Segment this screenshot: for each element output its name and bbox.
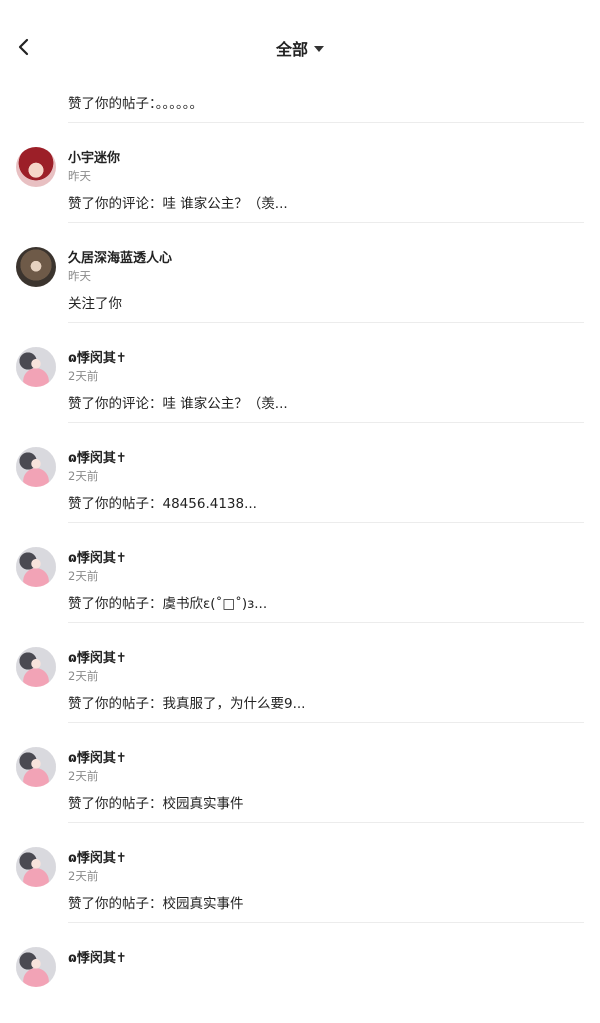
notification-item[interactable]: ɷ悸闵其✝ 2天前 赞了你的帖子：校园真实事件 [0, 823, 600, 923]
user-name[interactable]: ɷ悸闵其✝ [68, 347, 127, 366]
user-name[interactable]: 小宇迷你 [68, 147, 120, 166]
avatar[interactable] [16, 547, 56, 587]
caret-down-icon [314, 45, 324, 52]
timestamp: 2天前 [68, 469, 99, 483]
filter-label: 全部 [275, 40, 308, 59]
notification-text[interactable]: 赞了你的帖子：虞书欣ɛ(˚□˚)ɜ... [68, 592, 267, 612]
notification-item[interactable]: ɷ悸闵其✝ 2天前 赞了你的帖子：校园真实事件 [0, 723, 600, 823]
notification-text[interactable]: 关注了你 [68, 292, 122, 312]
user-name[interactable]: ɷ悸闵其✝ [68, 847, 127, 866]
user-name[interactable]: ɷ悸闵其✝ [68, 747, 127, 766]
notification-item[interactable]: 久居深海蓝透人心 昨天 关注了你 [0, 223, 600, 323]
notification-text[interactable]: 赞了你的帖子：校园真实事件 [68, 892, 244, 912]
filter-dropdown[interactable]: 全部 [0, 36, 600, 60]
user-name[interactable]: ɷ悸闵其✝ [68, 447, 127, 466]
timestamp: 2天前 [68, 569, 99, 583]
avatar[interactable] [16, 447, 56, 487]
notification-text[interactable]: 赞了你的帖子：我真服了，为什么要9... [68, 692, 305, 712]
notification-item[interactable]: 小宇迷你 昨天 赞了你的评论：哇 谁家公主？（羡... [0, 123, 600, 223]
notification-item[interactable]: ɷ悸闵其✝ 2天前 赞了你的帖子：虞书欣ɛ(˚□˚)ɜ... [0, 523, 600, 623]
timestamp: 2天前 [68, 369, 99, 383]
top-bar: 全部 [0, 0, 600, 90]
avatar[interactable] [16, 247, 56, 287]
avatar[interactable] [16, 947, 56, 987]
notification-item[interactable]: ɷ悸闵其✝ 2天前 赞了你的评论：哇 谁家公主？（羡... [0, 323, 600, 423]
avatar[interactable] [16, 147, 56, 187]
notification-item[interactable]: ɷ悸闵其✝ 2天前 赞了你的帖子：48456.4138... [0, 423, 600, 523]
timestamp: 2天前 [68, 669, 99, 683]
notification-text[interactable]: 赞了你的帖子：。。。。。。 [68, 92, 203, 112]
notification-text[interactable]: 赞了你的帖子：校园真实事件 [68, 792, 244, 812]
timestamp: 昨天 [68, 169, 91, 183]
notification-text[interactable]: 赞了你的评论：哇 谁家公主？（羡... [68, 392, 288, 412]
user-name[interactable]: ɷ悸闵其✝ [68, 547, 127, 566]
avatar[interactable] [16, 347, 56, 387]
avatar[interactable] [16, 747, 56, 787]
user-name[interactable]: ɷ悸闵其✝ [68, 947, 127, 966]
notification-item[interactable]: ɷ悸闵其✝ 2天前 赞了你的帖子：我真服了，为什么要9... [0, 623, 600, 723]
avatar[interactable] [16, 647, 56, 687]
notification-item[interactable]: ɷ悸闵其✝ [0, 923, 600, 1023]
user-name[interactable]: 久居深海蓝透人心 [68, 247, 172, 266]
notification-list: 昨天 赞了你的帖子：。。。。。。 小宇迷你 昨天 赞了你的评论：哇 谁家公主？（… [0, 23, 600, 1023]
notification-text[interactable]: 赞了你的帖子：48456.4138... [68, 492, 257, 512]
notification-text[interactable]: 赞了你的评论：哇 谁家公主？（羡... [68, 192, 288, 212]
avatar[interactable] [16, 847, 56, 887]
timestamp: 2天前 [68, 769, 99, 783]
timestamp: 2天前 [68, 869, 99, 883]
timestamp: 昨天 [68, 269, 91, 283]
user-name[interactable]: ɷ悸闵其✝ [68, 647, 127, 666]
